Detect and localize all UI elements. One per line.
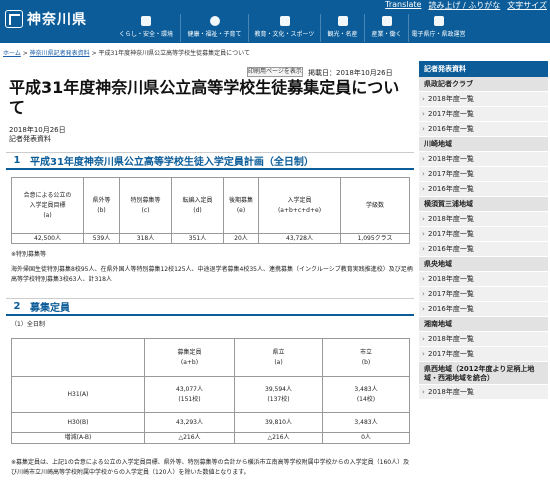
page-title: 平成31年度神奈川県公立高等学校生徒募集定員について [9, 78, 400, 117]
table-cell: 20人 [223, 233, 259, 244]
site-header: 神奈川県 Translate 読み上げ / ふりがな 文字サイズ くらし・安全・… [0, 0, 550, 43]
sidebar-link[interactable]: 2017年度一覧 [419, 287, 548, 302]
nav-education[interactable]: 教育・文化・スポーツ [248, 14, 320, 42]
nav-living[interactable]: くらし・安全・環境 [112, 14, 180, 42]
release-info: 2018年10月26日 記者発表資料 [9, 126, 66, 144]
sidebar-header: 記者発表資料 [419, 61, 548, 77]
sidebar-category: 横須賀三浦地域 [419, 197, 548, 212]
table-cell: 3,483人 (14校) [322, 376, 410, 413]
sidebar-link[interactable]: 2017年度一覧 [419, 227, 548, 242]
heart-icon [209, 16, 220, 26]
breadcrumb-current: 平成31年度神奈川県公立高等学校生徒募集定員について [98, 50, 250, 57]
table-cell: 351人 [171, 233, 224, 244]
table-cell: 43,077人 (151校) [144, 376, 235, 413]
print-button[interactable]: 印刷用ページを表示 [247, 67, 303, 77]
book-icon [279, 16, 290, 26]
site-logo[interactable]: 神奈川県 [5, 9, 87, 29]
sidebar-link[interactable]: 2017年度一覧 [419, 107, 548, 122]
sidebar-link[interactable]: 2016年度一覧 [419, 302, 548, 317]
house-icon [141, 16, 151, 26]
table-cell: △216人 [234, 432, 323, 444]
nav-health[interactable]: 健康・福祉・子育て [180, 14, 248, 42]
row-label: H30(B) [11, 412, 145, 433]
table-cell: 318人 [119, 233, 172, 244]
prefecture-emblem-icon [5, 10, 23, 28]
table-header-cell: 特別募集等 (c) [119, 177, 172, 234]
table-header-row: 合意による公立の 入学定員目標 (a) 県外等 (b) 特別募集等 (c) 転編入定員(… [11, 177, 410, 234]
sidebar-link[interactable]: 2016年度一覧 [419, 242, 548, 257]
sidebar-category: 県西地域（2012年度より足柄上地域・西湘地域を統合） [419, 362, 548, 385]
sidebar-category: 川崎地域 [419, 137, 548, 152]
special-recruit-note: 海外帰国生徒特別募集8校95人、在県外国人等特別募集12校125人、中途退学者募… [11, 266, 413, 283]
recruit-quota-table: 募集定員 (a+b) 県立 (a) 市立 (b) H31(A) 43,077人 (151… [11, 338, 410, 444]
row-label: 増減(A-B) [11, 432, 145, 444]
sidebar-link[interactable]: 2016年度一覧 [419, 182, 548, 197]
utility-links: Translate 読み上げ / ふりがな 文字サイズ [385, 0, 547, 11]
sidebar-link[interactable]: 2018年度一覧 [419, 212, 548, 227]
section-1-heading: 1 平成31年度神奈川県公立高等学校生徒入学定員計画（全日制） [6, 152, 414, 170]
table-row: 42,500人 539人 318人 351人 20人 43,728人 1,095… [11, 233, 410, 244]
table-row: 増減(A-B) △216人 △216人 0人 [11, 432, 410, 444]
table-cell: 43,293人 [144, 412, 235, 433]
table-header-cell: 転編入定員 (d) [171, 177, 224, 234]
table-cell: 43,728人 [258, 233, 341, 244]
sidebar-link[interactable]: 2017年度一覧 [419, 167, 548, 182]
sidebar-link[interactable]: 2016年度一覧 [419, 122, 548, 137]
table-header-cell: 学級数 [340, 177, 410, 234]
section-2-heading: 2 募集定員 [6, 298, 414, 316]
building-icon [433, 16, 444, 26]
posted-date: 掲載日：2018年10月26日 [308, 69, 393, 77]
sidebar-category: 県央地域 [419, 257, 548, 272]
table-header-cell: 県外等 (b) [83, 177, 120, 234]
table-cell: 39,810人 [234, 412, 323, 433]
sidebar-category: 湘南地域 [419, 317, 548, 332]
table-header-cell [11, 338, 145, 377]
font-size-link[interactable]: 文字サイズ [507, 0, 547, 11]
table-header-cell: 入学定員 (a+b+c+d+e) [258, 177, 341, 234]
global-nav: くらし・安全・環境 健康・福祉・子育て 教育・文化・スポーツ 観光・名産 産業・… [112, 14, 468, 42]
sidebar-link[interactable]: 2018年度一覧 [419, 332, 548, 347]
read-aloud-link[interactable]: 読み上げ / ふりがな [428, 0, 500, 11]
table-cell: △216人 [144, 432, 235, 444]
row-label: H31(A) [11, 376, 145, 413]
release-date: 2018年10月26日 [9, 126, 66, 134]
table-cell: 3,483人 [322, 412, 410, 433]
breadcrumb: ホーム > 神奈川県記者発表資料 > 平成31年度神奈川県公立高等学校生徒募集定… [3, 50, 250, 57]
sidebar-link[interactable]: 2018年度一覧 [419, 385, 548, 400]
breadcrumb-parent[interactable]: 神奈川県記者発表資料 [30, 50, 90, 57]
nav-industry[interactable]: 産業・働く [364, 14, 408, 42]
translate-link[interactable]: Translate [385, 0, 421, 11]
table-row: H31(A) 43,077人 (151校) 39,594人 (137校) 3,483… [11, 376, 410, 413]
camera-icon [337, 16, 348, 26]
enrollment-plan-table: 合意による公立の 入学定員目標 (a) 県外等 (b) 特別募集等 (c) 転編入定員(… [11, 177, 410, 244]
nav-tourism[interactable]: 観光・名産 [320, 14, 364, 42]
sidebar-link[interactable]: 2018年度一覧 [419, 272, 548, 287]
table-cell: 0人 [322, 432, 410, 444]
table-header-cell: 募集定員 (a+b) [144, 338, 235, 377]
table-header-cell: 県立 (a) [234, 338, 323, 377]
sidebar-category: 県政記者クラブ [419, 77, 548, 92]
table-row: H30(B) 43,293人 39,810人 3,483人 [11, 412, 410, 433]
recruit-footnote: ※募集定員は、上記1の合意による公立の入学定員目標、県外等、特別募集等の合計から… [11, 459, 410, 476]
sidebar-link[interactable]: 2018年度一覧 [419, 152, 548, 167]
table-cell: 39,594人 (137校) [234, 376, 323, 413]
sidebar-link[interactable]: 2018年度一覧 [419, 92, 548, 107]
site-name: 神奈川県 [27, 12, 87, 28]
nav-egov[interactable]: 電子県庁・県政運営 [408, 14, 468, 42]
table-header-row: 募集定員 (a+b) 県立 (a) 市立 (b) [11, 338, 410, 377]
table-header-cell: 後期募集 (e) [223, 177, 259, 234]
table-cell: 539人 [83, 233, 120, 244]
sidebar: 記者発表資料 県政記者クラブ 2018年度一覧 2017年度一覧 2016年度一… [419, 60, 548, 400]
factory-icon [381, 16, 392, 26]
breadcrumb-home[interactable]: ホーム [3, 50, 21, 57]
table-cell: 1,095クラス [340, 233, 410, 244]
sidebar-link[interactable]: 2017年度一覧 [419, 347, 548, 362]
special-recruit-note-label: ※特別募集等 [11, 251, 47, 258]
table-header-cell: 市立 (b) [322, 338, 410, 377]
subsection-label: （1）全日制 [11, 321, 45, 328]
table-cell: 42,500人 [11, 233, 84, 244]
table-header-cell: 合意による公立の 入学定員目標 (a) [11, 177, 84, 234]
doc-type: 記者発表資料 [9, 135, 51, 143]
